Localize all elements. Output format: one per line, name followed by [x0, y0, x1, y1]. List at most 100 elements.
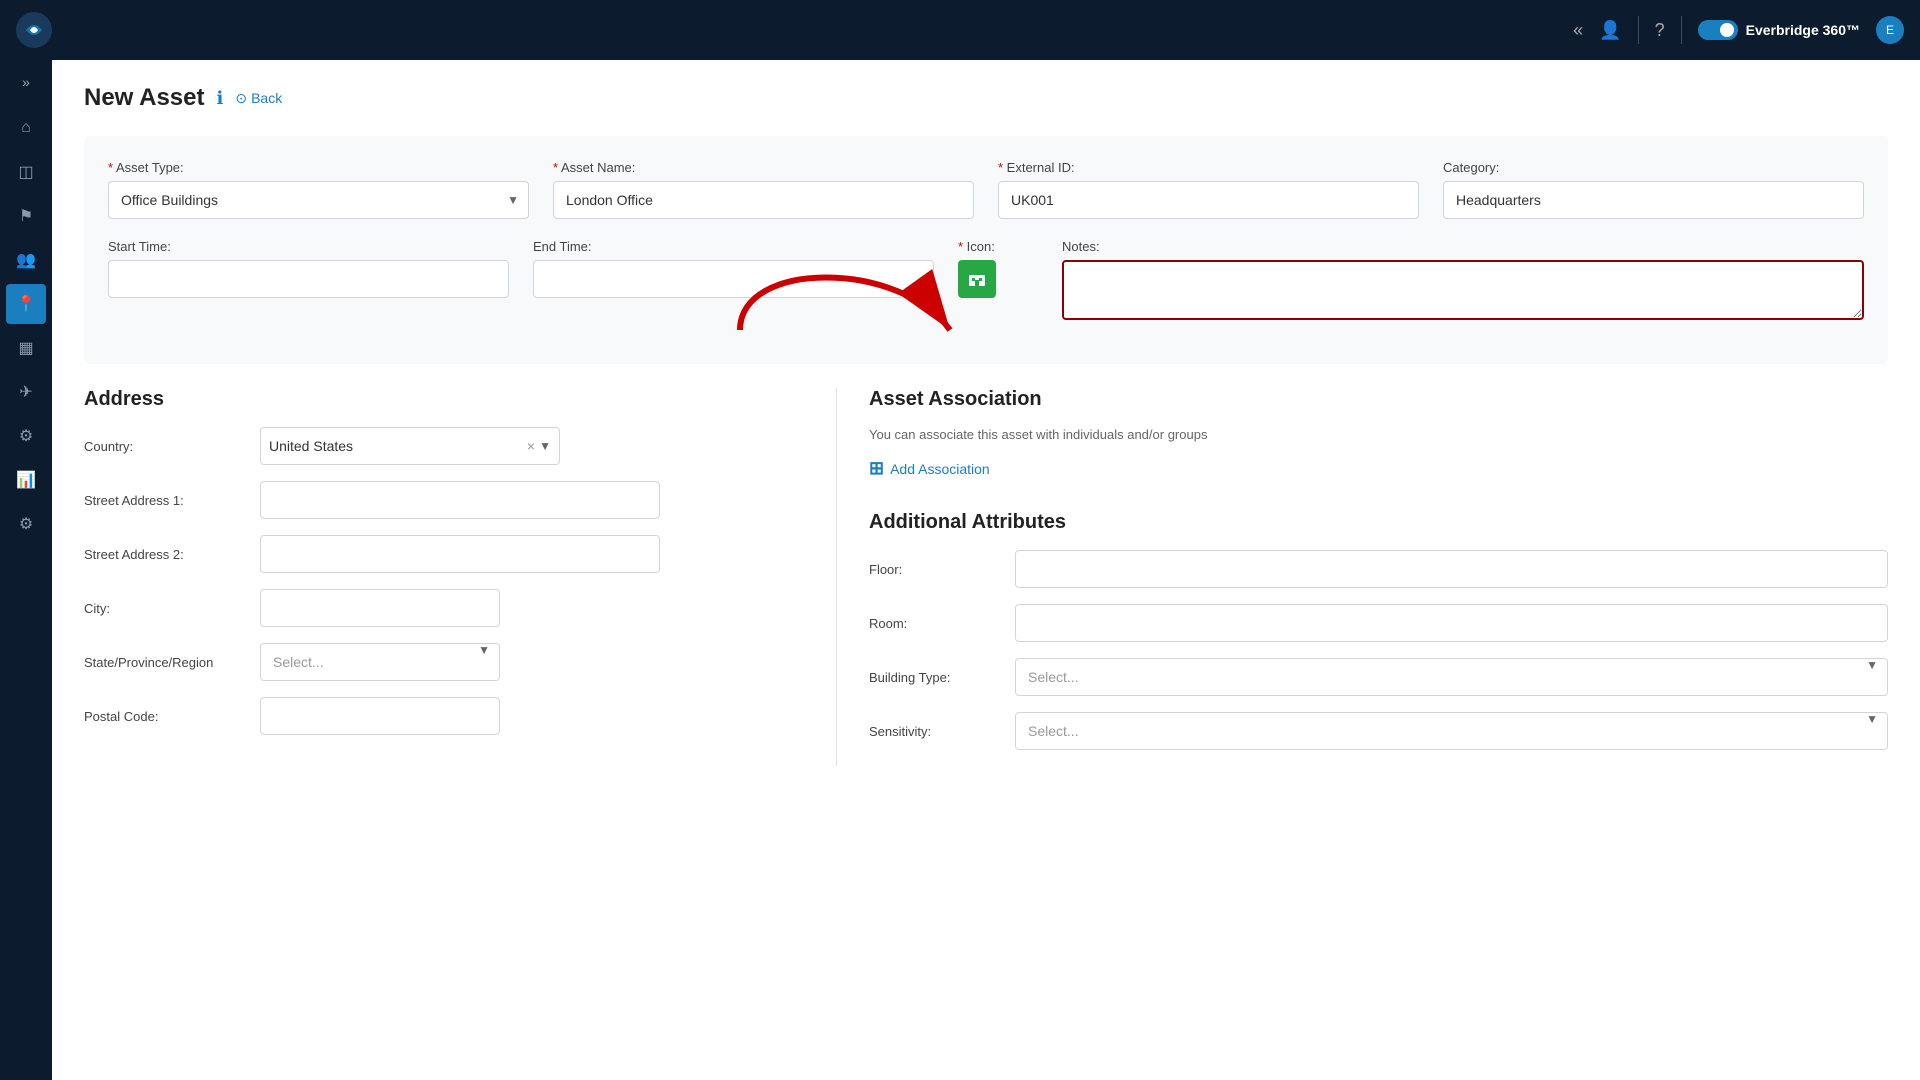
building-icon: [967, 272, 987, 286]
two-col-section: Address Country: United States × ▼ Stree…: [84, 388, 1888, 766]
asset-association-section: Asset Association You can associate this…: [869, 388, 1888, 479]
asset-type-select[interactable]: Office Buildings: [108, 181, 529, 219]
sidebar: » ⌂ ◫ ⚑ 👥 📍 ▦ ✈ ⚙ 📊 ⚙: [0, 60, 52, 1080]
category-label: Category:: [1443, 160, 1864, 175]
sidebar-item-alerts[interactable]: ⚑: [6, 196, 46, 236]
add-association-button[interactable]: ⊞ Add Association: [869, 458, 1888, 479]
sidebar-item-integrations[interactable]: ⚙: [6, 416, 46, 456]
postal-row: Postal Code:: [84, 697, 804, 735]
state-select[interactable]: Select...: [260, 643, 500, 681]
back-button[interactable]: ⊙ Back: [235, 90, 282, 107]
form-row-1: Asset Type: Office Buildings ▼ Asset Nam…: [108, 160, 1864, 219]
column-divider: [836, 388, 837, 766]
notes-textarea[interactable]: [1062, 260, 1864, 320]
category-input[interactable]: [1443, 181, 1864, 219]
page-title: New Asset: [84, 84, 205, 112]
street2-input[interactable]: [260, 535, 660, 573]
start-time-group: Start Time:: [108, 239, 509, 320]
page-content: New Asset ℹ ⊙ Back Asset Type: Office Bu…: [52, 60, 1920, 1080]
sidebar-toggle[interactable]: »: [16, 68, 36, 96]
building-type-label: Building Type:: [869, 670, 999, 685]
notes-label: Notes:: [1062, 239, 1864, 254]
external-id-group: External ID:: [998, 160, 1419, 219]
logo: [16, 12, 52, 48]
street2-row: Street Address 2:: [84, 535, 804, 573]
country-label: Country:: [84, 439, 244, 454]
asset-association-title: Asset Association: [869, 388, 1888, 411]
street1-row: Street Address 1:: [84, 481, 804, 519]
country-select-wrapper: United States × ▼: [260, 427, 560, 465]
sidebar-item-contacts[interactable]: 👥: [6, 240, 46, 280]
sidebar-item-reports[interactable]: ▦: [6, 328, 46, 368]
sidebar-item-travel[interactable]: ✈: [6, 372, 46, 412]
brand-text: Everbridge 360™: [1746, 22, 1860, 38]
top-nav-left: [16, 12, 52, 48]
back-icon: ⊙: [235, 90, 247, 107]
sidebar-item-home[interactable]: ⌂: [6, 108, 46, 148]
form-row-2: Start Time: End Time: Icon:: [108, 239, 1864, 320]
external-id-label: External ID:: [998, 160, 1419, 175]
street1-input[interactable]: [260, 481, 660, 519]
icon-group: Icon:: [958, 239, 1038, 320]
floor-row: Floor:: [869, 550, 1888, 588]
user-icon[interactable]: 👤: [1599, 20, 1621, 41]
sidebar-item-dashboard[interactable]: ◫: [6, 152, 46, 192]
start-time-label: Start Time:: [108, 239, 509, 254]
postal-label: Postal Code:: [84, 709, 244, 724]
city-label: City:: [84, 601, 244, 616]
back-label: Back: [251, 90, 282, 106]
asset-type-group: Asset Type: Office Buildings ▼: [108, 160, 529, 219]
floor-label: Floor:: [869, 562, 999, 577]
top-nav-right: « 👤 ? Everbridge 360™ E: [1573, 16, 1904, 44]
page-header: New Asset ℹ ⊙ Back: [84, 84, 1888, 112]
top-nav: « 👤 ? Everbridge 360™ E: [0, 0, 1920, 60]
sensitivity-select[interactable]: Select...: [1015, 712, 1888, 750]
address-section: Address Country: United States × ▼ Stree…: [84, 388, 804, 766]
asset-name-label: Asset Name:: [553, 160, 974, 175]
address-title: Address: [84, 388, 804, 411]
main-layout: » ⌂ ◫ ⚑ 👥 📍 ▦ ✈ ⚙ 📊 ⚙ New Asset ℹ ⊙ Back…: [0, 60, 1920, 1080]
end-time-input[interactable]: [533, 260, 934, 298]
room-row: Room:: [869, 604, 1888, 642]
city-input[interactable]: [260, 589, 500, 627]
category-group: Category:: [1443, 160, 1864, 219]
building-type-select[interactable]: Select...: [1015, 658, 1888, 696]
state-label: State/Province/Region: [84, 655, 244, 670]
end-time-group: End Time:: [533, 239, 934, 320]
collapse-icon[interactable]: «: [1573, 20, 1583, 41]
sidebar-item-settings[interactable]: ⚙: [6, 504, 46, 544]
notes-group: Notes:: [1062, 239, 1864, 320]
start-time-input[interactable]: [108, 260, 509, 298]
sidebar-item-analytics[interactable]: 📊: [6, 460, 46, 500]
address-form: Country: United States × ▼ Street Addres…: [84, 427, 804, 735]
sidebar-item-assets[interactable]: 📍: [6, 284, 46, 324]
sensitivity-label: Sensitivity:: [869, 724, 999, 739]
sensitivity-row: Sensitivity: Select... ▼: [869, 712, 1888, 750]
user-avatar: E: [1876, 16, 1904, 44]
sensitivity-select-wrapper: Select... ▼: [1015, 712, 1888, 750]
room-input[interactable]: [1015, 604, 1888, 642]
external-id-input[interactable]: [998, 181, 1419, 219]
asset-name-group: Asset Name:: [553, 160, 974, 219]
help-icon[interactable]: ?: [1655, 20, 1665, 41]
icon-button[interactable]: [958, 260, 996, 298]
right-section: Asset Association You can associate this…: [869, 388, 1888, 766]
asset-type-label: Asset Type:: [108, 160, 529, 175]
page-help-icon[interactable]: ℹ: [217, 88, 224, 109]
add-association-label: Add Association: [890, 461, 990, 477]
asset-name-input[interactable]: [553, 181, 974, 219]
state-select-wrapper: Select... ▼: [260, 643, 500, 681]
add-icon: ⊞: [869, 458, 884, 479]
nav-divider: [1638, 16, 1639, 44]
everbridge-toggle[interactable]: [1698, 20, 1738, 40]
city-row: City:: [84, 589, 804, 627]
country-row: Country: United States × ▼: [84, 427, 804, 465]
country-clear-icon[interactable]: ×: [527, 438, 535, 454]
icon-label: Icon:: [958, 239, 1038, 254]
building-type-row: Building Type: Select... ▼: [869, 658, 1888, 696]
asset-association-subtitle: You can associate this asset with indivi…: [869, 427, 1888, 442]
floor-input[interactable]: [1015, 550, 1888, 588]
country-arrow-icon[interactable]: ▼: [539, 439, 551, 453]
postal-input[interactable]: [260, 697, 500, 735]
end-time-label: End Time:: [533, 239, 934, 254]
